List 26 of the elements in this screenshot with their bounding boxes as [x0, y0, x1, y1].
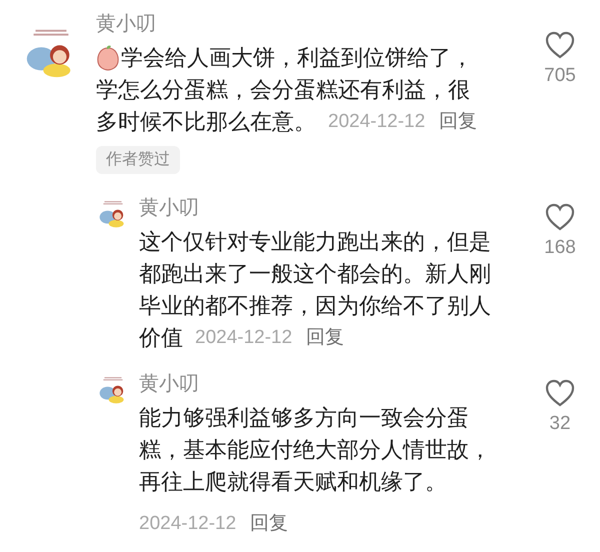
comment-text: 毕业的都不推荐，因为你给不了别人 [139, 292, 491, 320]
comment-text: 再往上爬就得看天赋和机缘了。 [139, 468, 447, 496]
comment-text: 都跑出来了一般这个都会的。新人刚 [139, 260, 491, 288]
author-name: 黄小叨 [139, 372, 199, 397]
heart-icon[interactable] [544, 30, 576, 60]
author-name: 黄小叨 [96, 12, 156, 37]
comment-text: 学怎么分蛋糕，会分蛋糕还有利益，很 [96, 76, 470, 104]
comment-text: 这个仅针对专业能力跑出来的，但是 [139, 228, 491, 256]
reply-link[interactable]: 回复 [439, 106, 478, 138]
comment-text: 价值 [139, 324, 183, 352]
comment-date: 2024-12-12 [139, 512, 236, 536]
reply-link[interactable]: 回复 [250, 510, 288, 538]
reply-link[interactable]: 回复 [306, 322, 344, 354]
comment-text: 多时候不比那么在意。 [96, 108, 316, 136]
like-count: 32 [549, 412, 571, 436]
comment-text: 糕，基本能应付绝大部分人情世故， [139, 436, 491, 464]
comment-date: 2024-12-12 [328, 110, 426, 134]
comment-date: 2024-12-12 [195, 326, 292, 350]
comment-text: 能力够强利益够多方向一致会分蛋 [139, 404, 469, 432]
comment-text: 学会给人画大饼，利益到位饼给了， [121, 44, 473, 72]
heart-icon[interactable] [544, 378, 576, 408]
like-count: 705 [544, 64, 576, 88]
heart-icon[interactable] [544, 202, 576, 232]
author-name: 黄小叨 [139, 196, 199, 221]
like-count: 168 [544, 236, 576, 260]
author-liked-badge: 作者赞过 [96, 146, 180, 174]
